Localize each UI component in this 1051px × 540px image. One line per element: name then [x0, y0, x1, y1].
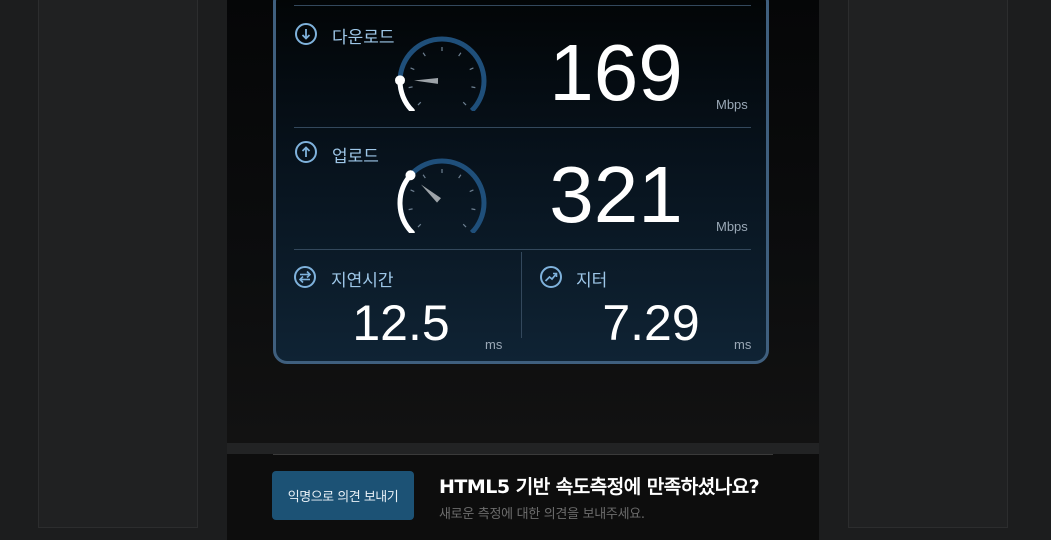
gauge-tick — [417, 223, 422, 228]
right-side-panel — [848, 0, 1008, 528]
gauge-tick — [471, 208, 476, 211]
upload-label: 업로드 — [332, 147, 379, 167]
gauge-needle — [420, 184, 441, 203]
gauge-tick — [417, 101, 422, 106]
gauge-tick — [469, 189, 474, 193]
gauge-indicator-dot — [405, 170, 416, 181]
arrow-down-circle-icon — [295, 23, 317, 45]
gauge-tick — [458, 52, 462, 57]
arrow-up-circle-icon — [295, 141, 317, 163]
jitter-label: 지터 — [576, 271, 608, 291]
jitter-value: 7.29 — [602, 295, 700, 351]
swap-arrows-icon — [294, 266, 316, 288]
trend-line-icon — [540, 266, 562, 288]
gauge-fill — [397, 172, 415, 233]
gauge-tick — [469, 67, 474, 71]
upload-unit: Mbps — [716, 219, 748, 234]
send-feedback-button[interactable]: 익명으로 의견 보내기 — [272, 471, 414, 520]
gauge-indicator-dot — [395, 75, 406, 86]
gauge-tick — [410, 67, 415, 71]
gauge-tick — [410, 189, 415, 193]
left-side-panel — [38, 0, 198, 528]
speedtest-area: 다운로드 169 Mbps 업로드 321 Mbps 지연시간 12.5 ms … — [227, 0, 819, 443]
upload-gauge — [397, 158, 487, 233]
latency-value: 12.5 — [352, 295, 450, 351]
jitter-unit: ms — [734, 337, 752, 352]
section-separator — [227, 443, 819, 454]
gauge-tick — [422, 174, 426, 179]
gauge-needle — [414, 77, 439, 84]
gauge-tick — [422, 52, 426, 57]
gauge-tick — [462, 101, 467, 106]
download-label: 다운로드 — [332, 28, 395, 48]
gauge-tick — [458, 174, 462, 179]
gauge-tick — [471, 86, 476, 89]
download-divider — [294, 127, 751, 128]
latency-unit: ms — [485, 337, 503, 352]
top-divider — [294, 5, 751, 6]
feedback-title: HTML5 기반 속도측정에 만족하셨나요? — [439, 476, 760, 498]
center-column: 다운로드 169 Mbps 업로드 321 Mbps 지연시간 12.5 ms … — [227, 0, 819, 540]
gauge-tick — [462, 223, 467, 228]
feedback-top-line — [273, 454, 773, 455]
upload-value: 321 — [549, 150, 683, 239]
stats-divider — [521, 252, 522, 338]
download-unit: Mbps — [716, 97, 748, 112]
speedtest-result-card: 다운로드 169 Mbps 업로드 321 Mbps 지연시간 12.5 ms … — [273, 0, 769, 364]
upload-divider — [294, 249, 751, 250]
gauge-tick — [408, 208, 413, 211]
download-gauge — [395, 36, 487, 111]
feedback-section: 익명으로 의견 보내기 HTML5 기반 속도측정에 만족하셨나요? 새로운 측… — [227, 454, 819, 540]
download-value: 169 — [549, 28, 683, 117]
gauge-tick — [408, 86, 413, 89]
latency-label: 지연시간 — [331, 271, 394, 291]
feedback-subtitle: 새로운 측정에 대한 의견을 보내주세요. — [439, 507, 645, 522]
